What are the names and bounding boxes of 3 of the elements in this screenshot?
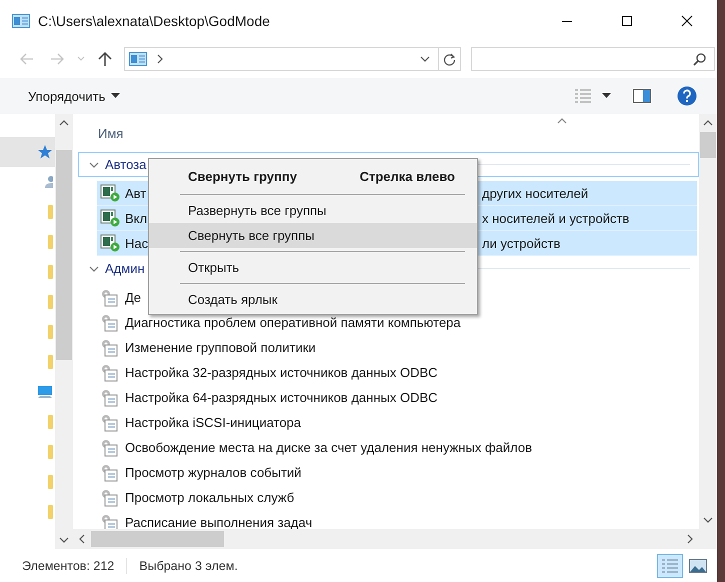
selection-count: Выбрано 3 элем. <box>139 558 238 572</box>
window-title: C:\Users\alexnata\Desktop\GodMode <box>38 13 271 29</box>
item-count: Элементов: 212 <box>22 558 114 572</box>
